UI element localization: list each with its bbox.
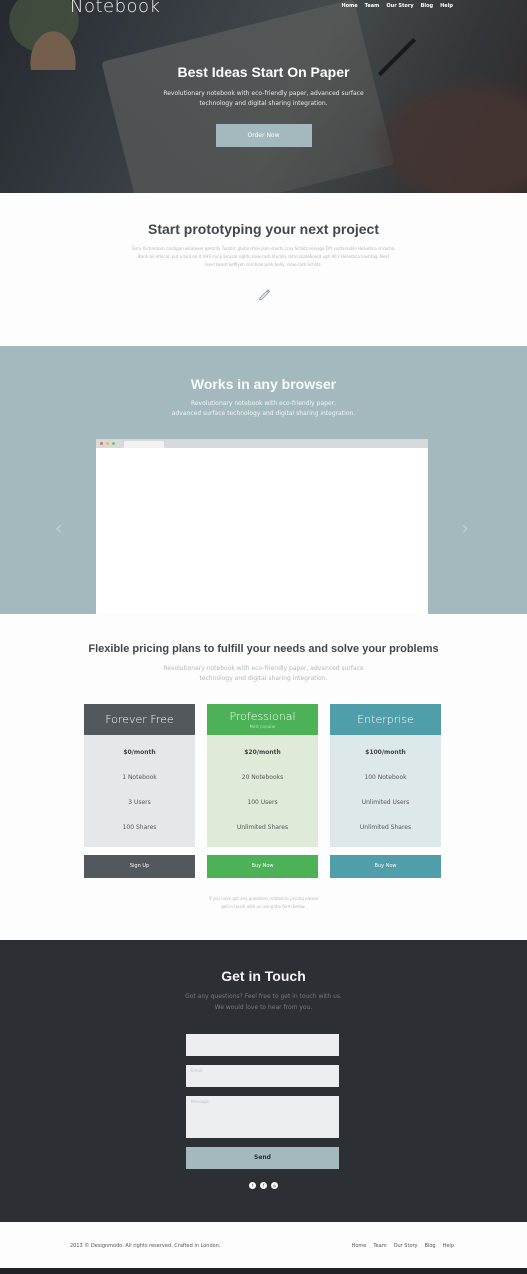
contact-form: Email Message Send bbox=[186, 1034, 339, 1169]
plan-price: $20/month bbox=[244, 749, 281, 756]
plan-forever-free: Forever Free $0/month 1 Notebook 3 Users… bbox=[84, 704, 195, 878]
contact-subtitle-line: We would love to hear from you. bbox=[214, 1004, 313, 1011]
order-now-button[interactable]: Order Now bbox=[215, 124, 312, 147]
pricing-subtitle-line: technology and digital sharing integrati… bbox=[199, 675, 328, 682]
pricing-note-line: If you have got any questions related to… bbox=[208, 896, 319, 901]
footer-nav: Home Team Our Story Blog Help bbox=[352, 1243, 454, 1249]
prototyping-text-line: Banh mi ethical, put a bird on it VHS ir… bbox=[137, 254, 390, 259]
footer-nav-our-story[interactable]: Our Story bbox=[394, 1243, 418, 1249]
pricing-note: If you have got any questions related to… bbox=[0, 895, 527, 911]
nav-blog[interactable]: Blog bbox=[421, 3, 434, 9]
hero-subtitle: Revolutionary notebook with eco-friendly… bbox=[139, 89, 389, 109]
most-popular-badge: Most popular bbox=[249, 724, 276, 729]
plan-features: $100/month 100 Notebook Unlimited Users … bbox=[330, 735, 441, 847]
copyright-text: 2013 © Designmodo. All rights reserved. … bbox=[70, 1243, 221, 1249]
window-maximize-dot bbox=[112, 442, 115, 445]
pricing-section: Flexible pricing plans to fulfill your n… bbox=[0, 614, 527, 940]
plan-features: $0/month 1 Notebook 3 Users 100 Shares bbox=[84, 735, 195, 847]
footer-nav-team[interactable]: Team bbox=[373, 1243, 386, 1249]
browser-title: Works in any browser bbox=[190, 376, 337, 392]
pricing-subtitle-line: Revolutionary notebook with eco-friendly… bbox=[163, 665, 364, 672]
plan-header: Professional Most popular bbox=[207, 704, 318, 735]
carousel-next-arrow[interactable]: › bbox=[462, 518, 469, 539]
buy-now-button[interactable]: Buy Now bbox=[330, 855, 441, 878]
message-field[interactable]: Message bbox=[186, 1096, 339, 1138]
send-button[interactable]: Send bbox=[186, 1147, 339, 1169]
sign-up-button[interactable]: Sign Up bbox=[84, 855, 195, 878]
prototyping-text-line: level beard keffiyeh cornhole pork belly… bbox=[205, 262, 322, 267]
plan-features: $20/month 20 Notebooks 100 Users Unlimit… bbox=[207, 735, 318, 847]
pricing-title: Flexible pricing plans to fulfill your n… bbox=[88, 643, 439, 655]
email-field[interactable]: Email bbox=[186, 1065, 339, 1087]
carousel-prev-arrow[interactable]: ‹ bbox=[55, 518, 62, 539]
plan-name: Enterprise bbox=[357, 713, 414, 726]
plan-header: Forever Free bbox=[84, 704, 195, 735]
plan-users: Unlimited Users bbox=[361, 799, 410, 806]
pencil-icon bbox=[257, 286, 271, 301]
browser-subtitle-line: Revolutionary notebook with eco-friendly… bbox=[190, 400, 337, 407]
prototyping-section: Start prototyping your next project Terr… bbox=[0, 193, 527, 346]
plan-users: 3 Users bbox=[128, 799, 151, 806]
browser-mockup-toolbar bbox=[96, 439, 428, 448]
plan-notebooks: 100 Notebook bbox=[364, 774, 407, 781]
plan-users: 100 Users bbox=[247, 799, 278, 806]
prototyping-text: Terry Richardson cardigan whatever gentr… bbox=[84, 245, 444, 269]
footer-nav-blog[interactable]: Blog bbox=[425, 1243, 436, 1249]
plan-shares: Unlimited Shares bbox=[236, 824, 289, 831]
plan-price: $0/month bbox=[123, 749, 156, 756]
name-field[interactable] bbox=[186, 1034, 339, 1056]
browser-mockup bbox=[96, 439, 428, 614]
prototyping-text-line: Terry Richardson cardigan whatever gentr… bbox=[131, 246, 396, 251]
window-close-dot bbox=[100, 442, 103, 445]
contact-title: Get in Touch bbox=[221, 968, 306, 984]
contact-subtitle-line: Got any questions? Feel free to get in t… bbox=[185, 993, 342, 1000]
plan-notebooks: 20 Notebooks bbox=[241, 774, 284, 781]
browser-section: Works in any browser Revolutionary noteb… bbox=[0, 346, 527, 614]
prototyping-title: Start prototyping your next project bbox=[147, 221, 379, 237]
footer: 2013 © Designmodo. All rights reserved. … bbox=[0, 1222, 527, 1268]
top-nav: Home Team Our Story Blog Help bbox=[341, 3, 453, 9]
brand-logo[interactable]: Notebook bbox=[70, 0, 160, 17]
nav-team[interactable]: Team bbox=[365, 3, 380, 9]
plan-notebooks: 1 Notebook bbox=[122, 774, 157, 781]
window-minimize-dot bbox=[106, 442, 109, 445]
plan-price: $100/month bbox=[365, 749, 406, 756]
hero-subtitle-line: Revolutionary notebook with eco-friendly… bbox=[163, 90, 364, 97]
plan-shares: Unlimited Shares bbox=[359, 824, 412, 831]
browser-subtitle: Revolutionary notebook with eco-friendly… bbox=[0, 399, 527, 419]
twitter-icon[interactable]: t bbox=[249, 1182, 256, 1189]
contact-subtitle: Got any questions? Feel free to get in t… bbox=[0, 991, 527, 1013]
buy-now-button[interactable]: Buy Now bbox=[207, 855, 318, 878]
plan-shares: 100 Shares bbox=[122, 824, 157, 831]
browser-tab bbox=[124, 441, 164, 448]
dribbble-icon[interactable]: ◎ bbox=[271, 1182, 278, 1189]
nav-help[interactable]: Help bbox=[440, 3, 453, 9]
browser-subtitle-line: advanced surface technology and digital … bbox=[171, 410, 356, 417]
pricing-subtitle: Revolutionary notebook with eco-friendly… bbox=[0, 664, 527, 684]
facebook-icon[interactable]: f bbox=[260, 1182, 267, 1189]
plan-header: Enterprise bbox=[330, 704, 441, 735]
nav-our-story[interactable]: Our Story bbox=[386, 3, 413, 9]
hero-content: Best Ideas Start On Paper Revolutionary … bbox=[0, 64, 527, 147]
footer-nav-home[interactable]: Home bbox=[352, 1243, 367, 1249]
social-links: t f ◎ bbox=[0, 1182, 527, 1189]
plan-professional: Professional Most popular $20/month 20 N… bbox=[207, 704, 318, 878]
hero-subtitle-line: technology and digital sharing integrati… bbox=[199, 100, 328, 107]
pricing-note-line: get in touch with us using the form belo… bbox=[221, 904, 306, 909]
hero-title: Best Ideas Start On Paper bbox=[177, 64, 350, 80]
contact-section: Get in Touch Got any questions? Feel fre… bbox=[0, 940, 527, 1222]
plan-name: Professional bbox=[229, 710, 296, 723]
plan-name: Forever Free bbox=[105, 713, 174, 726]
plan-enterprise: Enterprise $100/month 100 Notebook Unlim… bbox=[330, 704, 441, 878]
nav-home[interactable]: Home bbox=[341, 3, 357, 9]
pricing-plans: Forever Free $0/month 1 Notebook 3 Users… bbox=[84, 704, 441, 878]
footer-nav-help[interactable]: Help bbox=[443, 1243, 454, 1249]
hero-section: Notebook Home Team Our Story Blog Help B… bbox=[0, 0, 527, 193]
